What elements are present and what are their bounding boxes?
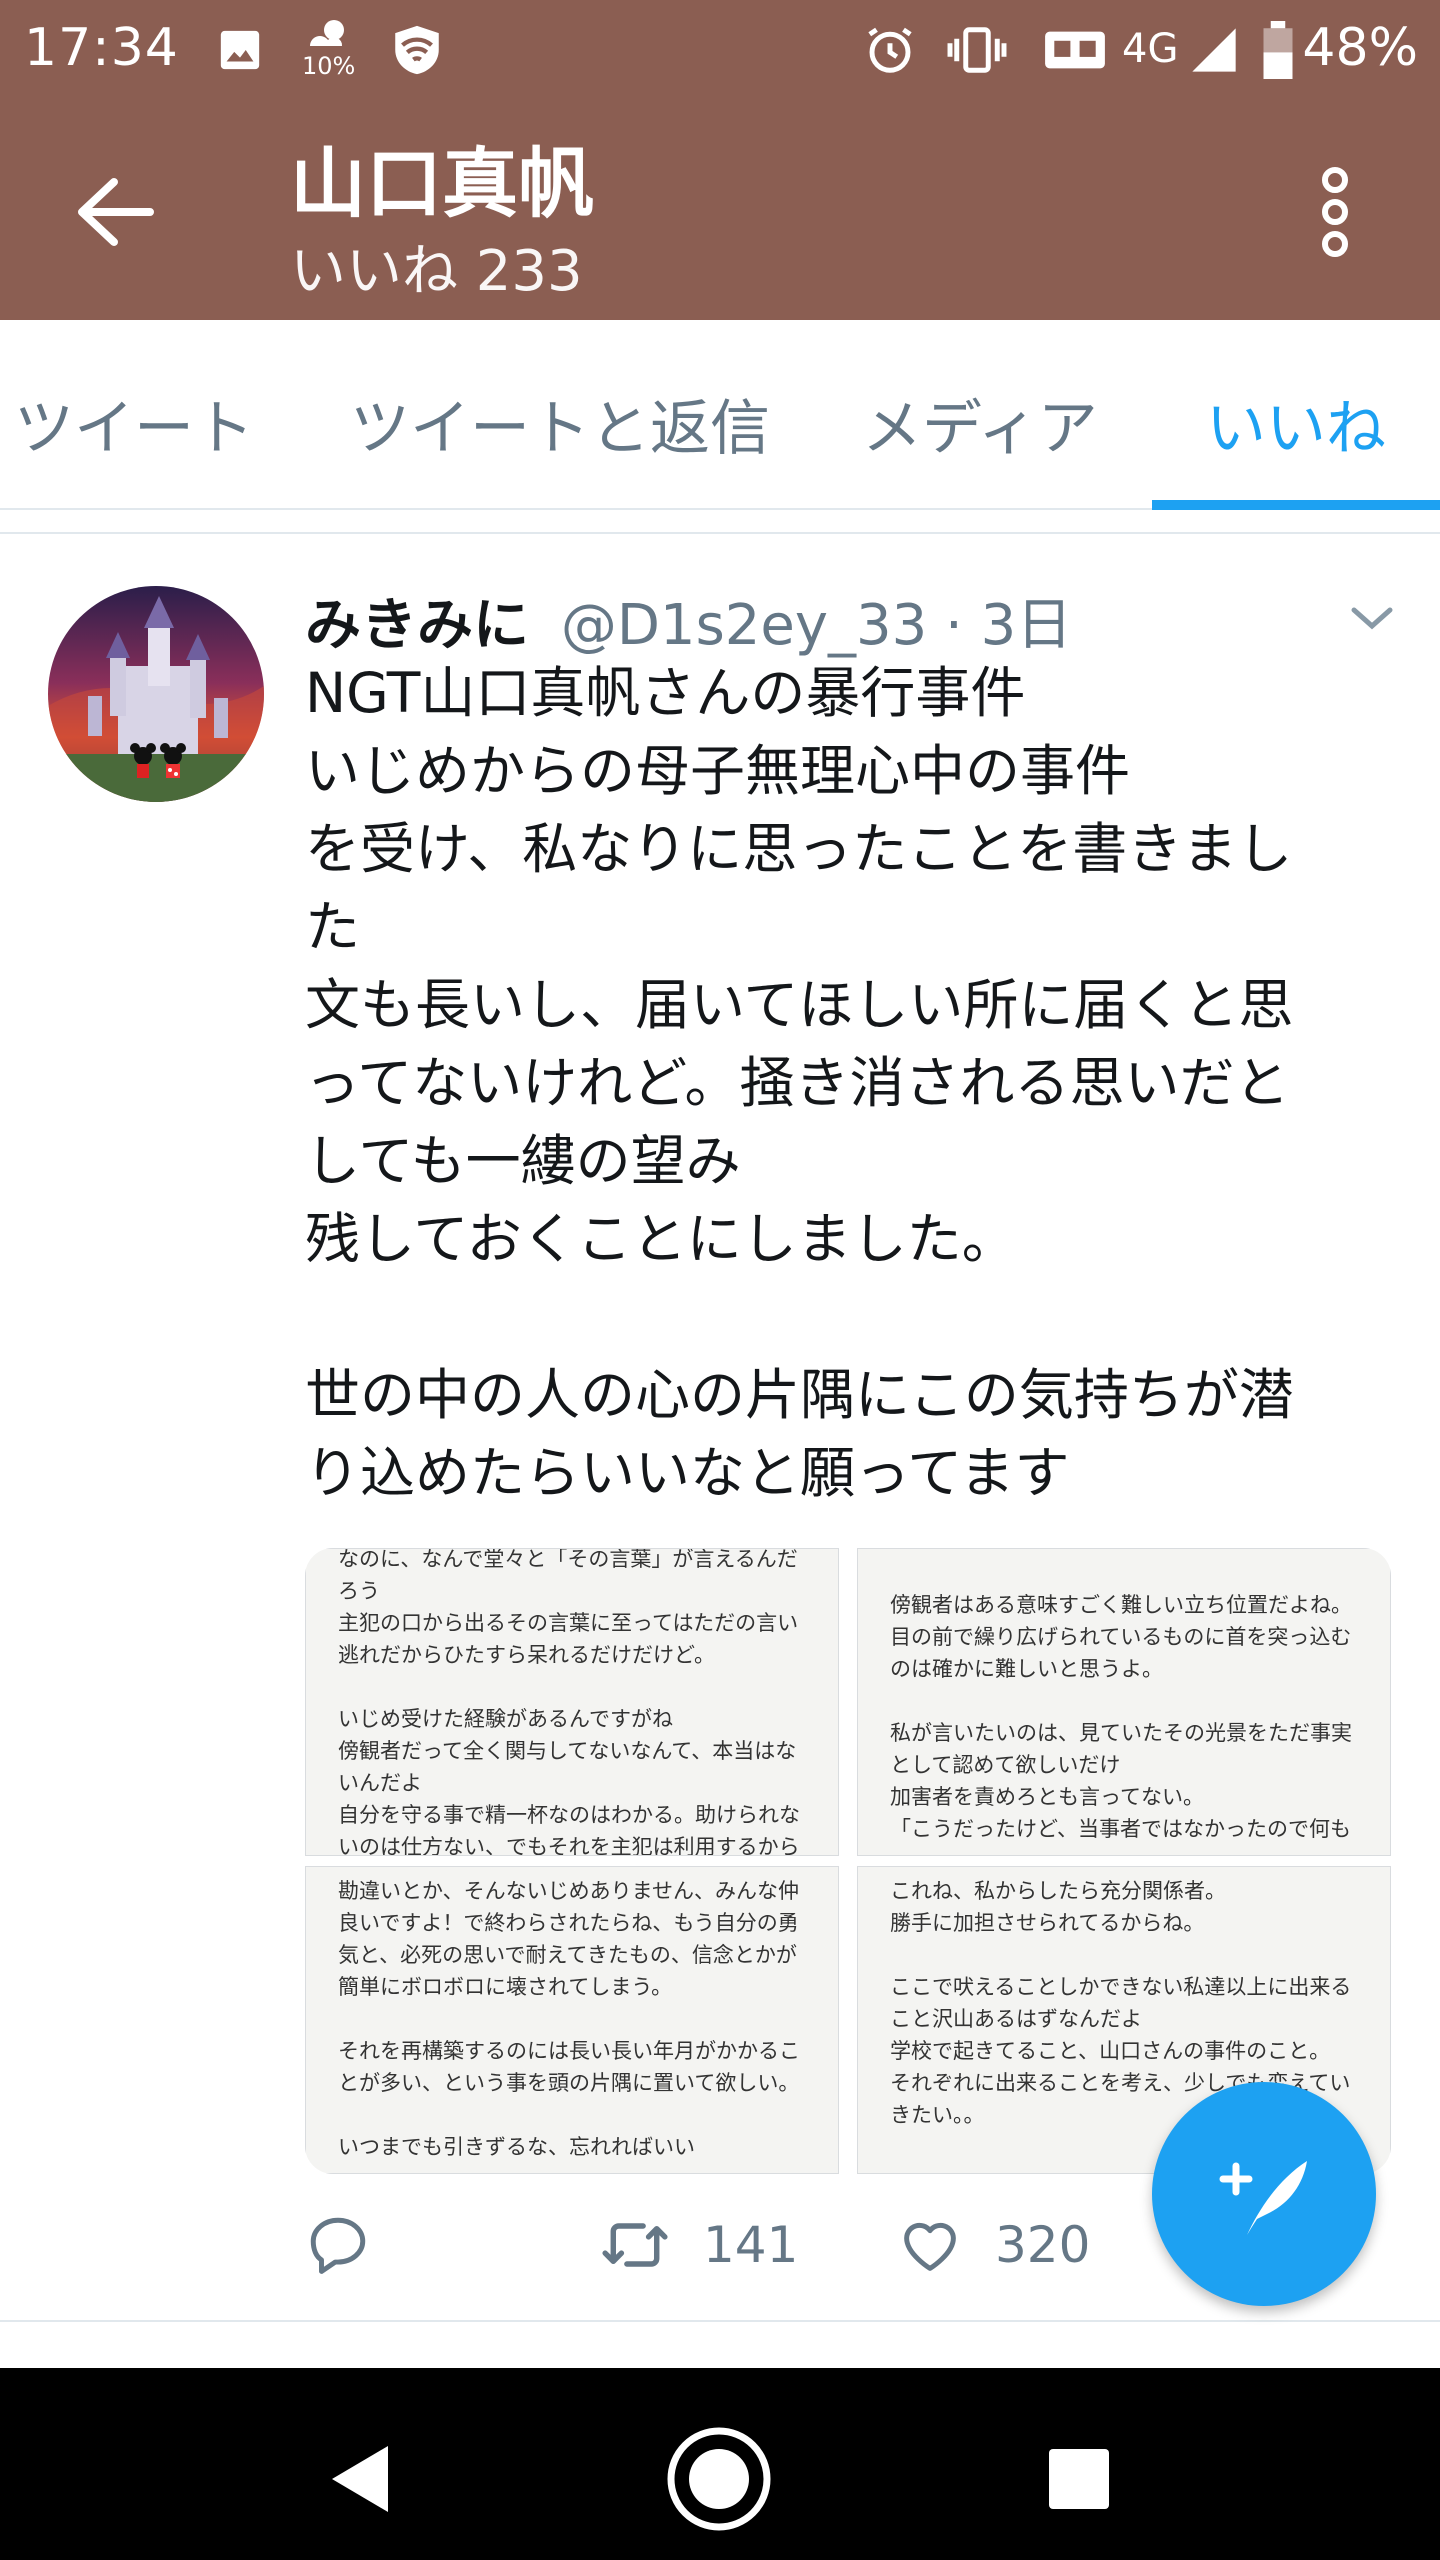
signal-icon [1184,20,1244,80]
tweet-actions: 141 320 [305,2200,1205,2290]
likes-count-subtitle: いいね 233 [290,239,583,304]
tweet-text-line [305,1278,1405,1356]
retweet-count: 141 [703,2216,799,2274]
image-text-block: 勘違いとか、そんないじめありません、みんな仲 良いですよ！で終わらされたらね、もう… [338,1879,800,2159]
tweet-header: みきみに @D1s2ey_33 · 3日 [305,580,1072,661]
status-time: 17:34 [24,18,179,78]
author-name[interactable]: みきみに [305,593,529,658]
author-handle[interactable]: @D1s2ey_33 [561,593,927,658]
tweet-text-line: 文も長いし、届いてほしい所に届くと思 [305,973,1294,1037]
app-bar: 山口真帆 いいね 233 [0,100,1440,320]
tweet-media-grid: なのに、なんで堂々と「その言葉」が言えるんだ ろう 主犯の口から出るその言葉に至って… [305,1548,1391,2174]
tweet-text: NGT山口真帆さんの暴行事件 いじめからの母子無理心中の事件 を受け、私なりに思… [305,654,1405,1512]
tweet-text-line: り込めたらいいなと願ってます [305,1441,1070,1505]
network-type: 4G [1122,26,1179,72]
nav-recents-button[interactable] [1024,2424,1134,2534]
reply-icon [310,2217,366,2274]
nav-back-icon [332,2446,388,2512]
tab-likes[interactable]: いいね [1206,380,1386,467]
divider [0,532,1440,534]
tab-media[interactable]: メディア [862,380,1098,467]
image-text-block: ​傍観者はある意味すごく難しい立ち位置だよね。目の前で繰り広げられているものに首… [890,1593,1352,1841]
tweet-text-line: NGT山口真帆さんの暴行事件 [305,661,1026,725]
vibrate-icon [942,20,1012,80]
compose-tweet-button[interactable] [1152,2082,1376,2306]
tweet-text-line: 残しておくことにしました。 [305,1207,1017,1271]
avatar-castle-image [48,586,264,802]
tweet-text-line: ってないけれど。掻き消される思いだと [305,1051,1290,1115]
nav-recents-icon [1049,2449,1109,2509]
page-title: 山口真帆 [290,139,594,228]
battery-icon [1258,20,1298,80]
tweet-text-line: いじめからの母子無理心中の事件 [305,739,1131,803]
more-vertical-icon [1322,167,1348,257]
voicemail-icon [1040,20,1110,80]
alarm-icon [858,20,922,80]
status-bar: 17:34 10% 4G 48% [0,0,1440,100]
image-text-block: なのに、なんで堂々と「その言葉」が言えるんだ ろう 主犯の口から出るその言葉に至って… [338,1548,800,1856]
battery-percent: 48% [1302,18,1418,78]
tweet-card[interactable]: みきみに @D1s2ey_33 · 3日 NGT山口真帆さんの暴行事件 いじめか… [0,536,1440,2322]
tab-tweets[interactable]: ツイート [14,380,254,467]
profile-tabs: ツイート ツイートと返信 メディア いいね [0,320,1440,510]
image-icon [212,20,268,80]
heart-icon [904,2222,956,2271]
chevron-down-icon [1351,607,1393,630]
tweet-text-line: を受け、私なりに思ったことを書きまし [305,817,1293,881]
weather-icon [298,14,362,54]
back-arrow-icon [78,178,154,246]
tweet-image-3[interactable]: 勘違いとか、そんないじめありません、みんな仲 良いですよ！で終わらされたらね、もう… [305,1866,839,2174]
system-navigation-bar [0,2368,1440,2560]
tweet-text-line: 世の中の人の心の片隅にこの気持ちが潜 [305,1363,1294,1427]
retweet-icon [602,2223,668,2267]
reply-button[interactable] [305,2200,401,2290]
nav-back-button[interactable] [306,2424,416,2534]
tweet-timestamp: · 3日 [927,593,1073,658]
tweet-image-1[interactable]: なのに、なんで堂々と「その言葉」が言えるんだ ろう 主犯の口から出るその言葉に至って… [305,1548,839,1856]
weather-percent: 10% [302,52,356,80]
active-tab-indicator [1152,500,1440,510]
nav-home-button[interactable] [664,2424,774,2534]
tweet-menu-button[interactable] [1348,598,1396,638]
avatar[interactable] [48,586,264,802]
tweet-text-line: た [305,895,361,959]
retweet-button[interactable]: 141 [597,2200,798,2290]
tweet-image-2[interactable]: ​傍観者はある意味すごく難しい立ち位置だよね。目の前で繰り広げられているものに首… [857,1548,1391,1856]
back-button[interactable] [70,172,160,252]
vpn-shield-icon [382,20,452,80]
compose-feather-icon [1219,2161,1307,2235]
tweet-text-line: しても一縷の望み [305,1129,741,1193]
tab-tweets-and-replies[interactable]: ツイートと返信 [350,380,770,467]
more-options-button[interactable] [1300,162,1370,262]
like-count: 320 [995,2216,1091,2274]
like-button[interactable]: 320 [895,2200,1090,2290]
nav-home-icon [667,2427,771,2531]
